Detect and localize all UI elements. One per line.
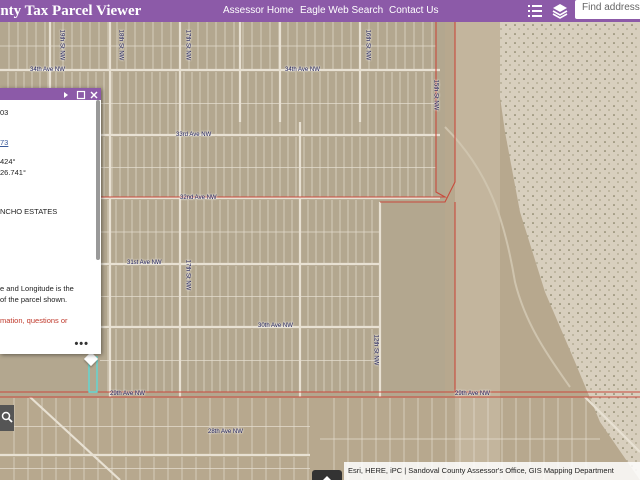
- magnifier-icon: [1, 411, 13, 423]
- street-label: 19th St NW: [58, 29, 65, 61]
- nav-assessor-home[interactable]: Assessor Home: [223, 0, 294, 22]
- layers-icon[interactable]: [551, 2, 569, 20]
- app-header: unty Tax Parcel Viewer Assessor Home Eag…: [0, 0, 640, 22]
- street-label: 29th Ave NW: [110, 391, 145, 397]
- popup-next-icon[interactable]: [60, 88, 72, 100]
- popup-parcel-link[interactable]: 73: [0, 138, 8, 148]
- street-label: 28th Ave NW: [208, 429, 243, 435]
- popup-note-line2: of the parcel shown.: [0, 295, 68, 304]
- popup-contact-link[interactable]: mation, questions or: [0, 316, 68, 326]
- search-map-button[interactable]: [0, 405, 14, 431]
- search-box[interactable]: [575, 0, 640, 19]
- street-label: 15th St NW: [432, 79, 439, 111]
- street-label: 30th Ave NW: [258, 323, 293, 329]
- street-label: 17th St NW: [184, 259, 191, 291]
- caret-up-icon: [323, 476, 331, 480]
- popup-parcel-id: 03: [0, 108, 9, 117]
- popup-more-icon[interactable]: •••: [74, 338, 89, 350]
- list-icon[interactable]: [526, 2, 544, 20]
- street-label: 17th St NW: [184, 29, 191, 61]
- parcel-popup: 03 73 424° 26.741° NCHO ESTATES e and Lo…: [0, 88, 101, 354]
- popup-longitude: 26.741°: [0, 168, 26, 177]
- street-label: 34th Ave NW: [285, 67, 320, 73]
- popup-close-icon[interactable]: [88, 88, 100, 100]
- street-label: 33rd Ave NW: [176, 132, 212, 138]
- nav-eagle-web-search[interactable]: Eagle Web Search: [300, 0, 383, 22]
- attribution: Esri, HERE, iPC | Sandoval County Assess…: [344, 462, 640, 480]
- popup-content: 03 73 424° 26.741° NCHO ESTATES e and Lo…: [0, 100, 101, 354]
- street-label: 34th Ave NW: [30, 67, 65, 73]
- expand-panel-button[interactable]: [312, 470, 342, 480]
- street-label: 31st Ave NW: [127, 260, 162, 266]
- street-label: 29th Ave NW: [455, 391, 490, 397]
- street-label: 12th St NW: [372, 334, 379, 366]
- popup-header: [0, 88, 101, 100]
- nav-contact-us[interactable]: Contact Us: [389, 0, 438, 22]
- street-label: 16th St NW: [364, 29, 371, 61]
- street-label: 18th St NW: [117, 29, 124, 61]
- search-input[interactable]: [582, 2, 640, 13]
- popup-subdivision: NCHO ESTATES: [0, 207, 58, 216]
- popup-maximize-icon[interactable]: [75, 88, 87, 100]
- popup-note-line1: e and Longitude is the: [0, 284, 74, 293]
- street-label: 32nd Ave NW: [180, 195, 217, 201]
- popup-scrollbar[interactable]: [96, 100, 100, 260]
- app-title: unty Tax Parcel Viewer: [0, 3, 142, 19]
- popup-latitude: 424°: [0, 157, 16, 166]
